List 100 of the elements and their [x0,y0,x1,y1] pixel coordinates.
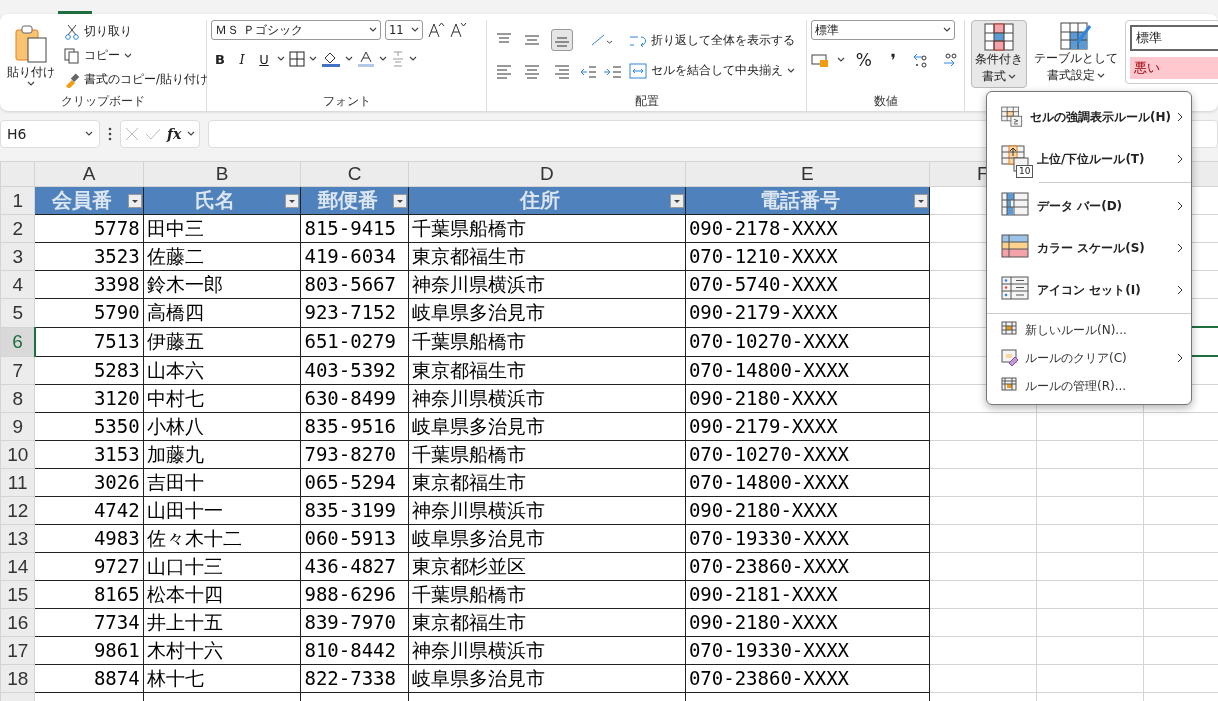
merge-cells-icon[interactable] [629,62,647,79]
format-as-table-button[interactable]: テーブルとして 書式設定 [1031,20,1121,86]
format-painter-button[interactable]: 書式のコピー/貼り付け [64,68,208,91]
percent-button[interactable]: % [853,50,875,70]
caret-icon[interactable] [943,27,951,33]
chevron-right-icon[interactable] [1177,285,1183,295]
caret-icon[interactable] [187,131,196,137]
column-header[interactable]: B [143,161,301,187]
chevron-right-icon[interactable] [1177,154,1183,164]
eraser-icon[interactable] [1001,349,1019,367]
filter-dropdown-icon[interactable] [392,193,407,208]
column-header[interactable]: A [34,161,144,187]
currency-icon[interactable] [811,52,829,68]
chevron-right-icon[interactable] [1177,243,1183,253]
filter-dropdown-icon[interactable] [285,193,300,208]
row-header[interactable]: 8 [0,384,35,413]
row-header[interactable]: 5 [0,298,35,327]
row-header[interactable]: 12 [0,496,35,525]
grow-font-icon[interactable] [427,21,445,39]
insert-function-button[interactable]: fx [167,126,182,142]
caret-icon[interactable] [27,81,35,87]
wrap-text-button[interactable]: 折り返して全体を表示する [629,29,795,52]
fill-color-icon[interactable] [321,50,341,68]
cell-style[interactable]: 悪い [1130,57,1218,79]
row-header[interactable]: 17 [0,636,35,665]
chevron-right-icon[interactable] [1177,353,1183,363]
scissors-icon[interactable] [64,23,80,40]
caret-icon[interactable] [1097,72,1105,79]
column-header[interactable]: D [408,161,686,187]
column-header[interactable]: C [300,161,409,187]
menu-item[interactable]: ルールの管理(R)... [987,372,1191,400]
filter-dropdown-icon[interactable] [127,193,142,208]
menu-item[interactable]: セルの強調表示ルール(H) [987,96,1191,138]
underline-button[interactable]: U [255,51,273,67]
cell-style[interactable]: 標準 [1130,25,1218,51]
caret-icon[interactable] [1008,73,1016,80]
align-bottom-icon[interactable] [551,28,573,51]
align-right-icon[interactable] [554,63,570,80]
italic-button[interactable]: I [233,51,251,67]
row-header[interactable]: 6 [0,327,35,356]
shrink-font-icon[interactable] [449,21,467,39]
caret-icon[interactable] [787,67,795,74]
number-format-dropdown[interactable]: 標準 [811,20,955,40]
font-name-dropdown[interactable]: ＭＳ Ｐゴシック [211,20,381,40]
copy-icon[interactable] [64,47,80,64]
clipboard-icon[interactable] [14,24,48,64]
menu-item[interactable]: 新しいルール(N)... [987,316,1191,344]
paintbrush-icon[interactable] [64,71,80,88]
row-header[interactable]: 3 [0,242,35,271]
row-header[interactable]: 14 [0,552,35,581]
caret-icon[interactable] [409,56,417,62]
font-size-dropdown[interactable]: 11 [385,20,423,40]
row-header[interactable]: 10 [0,440,35,469]
row-header[interactable]: 18 [0,664,35,693]
row-header[interactable]: 15 [0,580,35,609]
grid-arrow-icon[interactable] [1001,145,1031,173]
bold-button[interactable]: B [211,51,229,67]
align-left-icon[interactable] [496,63,512,80]
caret-icon[interactable] [309,56,317,62]
more-icon[interactable] [108,127,112,141]
caret-icon[interactable] [345,56,353,62]
menu-item[interactable]: データ バー(D) [987,185,1191,227]
name-box[interactable]: H6 [0,120,100,148]
font-color-icon[interactable] [357,50,375,68]
row-header[interactable]: 2 [0,214,35,243]
indent-icons[interactable] [580,63,622,80]
paste-button[interactable]: 貼り付け [4,22,58,89]
merge-center-button[interactable]: セルを結合して中央揃え [629,59,795,82]
caret-icon[interactable] [837,57,845,63]
caret-icon[interactable] [124,52,132,59]
row-header[interactable]: 13 [0,524,35,553]
copy-button[interactable]: コピー [64,44,208,67]
table-brush-icon[interactable] [1060,22,1092,50]
caret-icon[interactable] [277,56,285,62]
row-header[interactable]: 1 [0,186,35,215]
caret-icon[interactable] [85,131,93,137]
caret-icon[interactable] [369,27,377,33]
borders-icon[interactable] [289,51,305,67]
comma-style-button[interactable]: ❜ [882,50,904,70]
row-header[interactable]: 4 [0,270,35,299]
row-header[interactable]: 7 [0,356,35,385]
chevron-right-icon[interactable] [1177,201,1183,211]
menu-item[interactable]: アイコン セット(I) [987,269,1191,311]
table-cell: 山本六 [143,356,301,385]
check-icon[interactable] [145,127,161,141]
row-header[interactable]: 11 [0,468,35,497]
column-header[interactable]: E [685,161,930,187]
row-header[interactable]: 16 [0,608,35,637]
align-center-icon[interactable] [524,63,540,80]
chevron-right-icon[interactable] [1177,112,1183,122]
grid-icon[interactable] [984,23,1014,51]
row-header[interactable]: 9 [0,412,35,441]
filter-dropdown-icon[interactable] [669,193,684,208]
caret-icon[interactable] [379,56,387,62]
menu-item[interactable]: ルールのクリア(C) [987,344,1191,372]
filter-dropdown-icon[interactable] [913,193,928,208]
caret-icon[interactable] [411,27,419,33]
menu-item[interactable]: カラー スケール(S) [987,227,1191,269]
cut-button[interactable]: 切り取り [64,20,208,43]
conditional-formatting-button[interactable]: 条件付き 書式 [971,20,1027,88]
